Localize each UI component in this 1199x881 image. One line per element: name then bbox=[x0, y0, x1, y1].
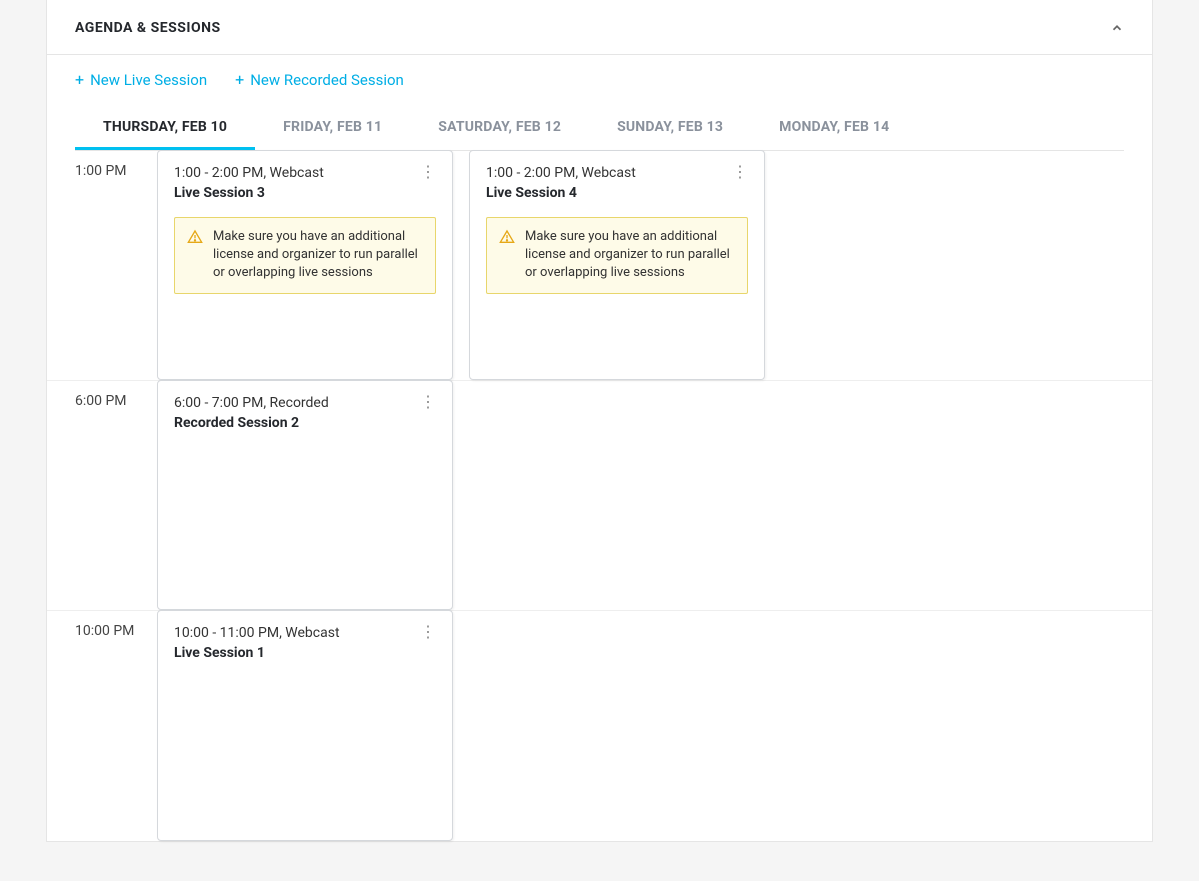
more-vertical-icon: ⋮ bbox=[420, 169, 436, 175]
session-time-label: 6:00 - 7:00 PM, Recorded bbox=[174, 395, 436, 411]
plus-icon: + bbox=[235, 72, 244, 88]
card-menu-button[interactable]: ⋮ bbox=[416, 395, 440, 409]
session-card[interactable]: ⋮1:00 - 2:00 PM, Webcast Live Session 3 Ma… bbox=[157, 150, 453, 380]
more-vertical-icon: ⋮ bbox=[420, 629, 436, 635]
new-live-session-button[interactable]: + New Live Session bbox=[75, 71, 207, 89]
session-title: Live Session 3 bbox=[174, 185, 436, 201]
card-menu-button[interactable]: ⋮ bbox=[416, 165, 440, 179]
time-row: 10:00 PM ⋮10:00 - 11:00 PM, Webcast Live S… bbox=[47, 611, 1152, 841]
time-label: 10:00 PM bbox=[47, 611, 157, 841]
tab-date[interactable]: FRIDAY, FEB 11 bbox=[255, 105, 410, 150]
new-recorded-session-button[interactable]: + New Recorded Session bbox=[235, 71, 404, 89]
warning-box: Make sure you have an additional license… bbox=[486, 217, 748, 294]
card-menu-button[interactable]: ⋮ bbox=[416, 625, 440, 639]
warning-icon bbox=[499, 229, 515, 245]
time-sessions: ⋮10:00 - 11:00 PM, Webcast Live Session 1 bbox=[157, 611, 1152, 841]
panel-title: AGENDA & SESSIONS bbox=[75, 20, 221, 36]
session-title: Live Session 4 bbox=[486, 185, 748, 201]
session-card[interactable]: ⋮10:00 - 11:00 PM, Webcast Live Session 1 bbox=[157, 610, 453, 841]
session-time-label: 1:00 - 2:00 PM, Webcast bbox=[174, 165, 436, 181]
new-live-session-label: New Live Session bbox=[90, 71, 207, 89]
warning-text: Make sure you have an additional license… bbox=[525, 228, 735, 283]
warning-box: Make sure you have an additional license… bbox=[174, 217, 436, 294]
warning-text: Make sure you have an additional license… bbox=[213, 228, 423, 283]
session-time-label: 10:00 - 11:00 PM, Webcast bbox=[174, 625, 436, 641]
new-recorded-session-label: New Recorded Session bbox=[250, 71, 404, 89]
schedule: 1:00 PM⋮1:00 - 2:00 PM, WebcastLive Sess… bbox=[47, 151, 1152, 841]
session-title: Recorded Session 2 bbox=[174, 415, 436, 431]
time-sessions: ⋮6:00 - 7:00 PM, Recorded Recorded Sessio… bbox=[157, 381, 1152, 610]
toolbar: + New Live Session + New Recorded Sessio… bbox=[47, 55, 1152, 105]
time-sessions: ⋮1:00 - 2:00 PM, WebcastLive Session 3Ma… bbox=[157, 151, 1152, 380]
plus-icon: + bbox=[75, 72, 84, 88]
time-label: 6:00 PM bbox=[47, 381, 157, 610]
date-tabs: THURSDAY, FEB 10FRIDAY, FEB 11SATURDAY, … bbox=[75, 105, 1124, 151]
tab-date[interactable]: THURSDAY, FEB 10 bbox=[75, 105, 255, 150]
card-menu-button[interactable]: ⋮ bbox=[728, 165, 752, 179]
more-vertical-icon: ⋮ bbox=[420, 399, 436, 405]
time-row: 6:00 PM ⋮6:00 - 7:00 PM, Recorded Recorded… bbox=[47, 381, 1152, 611]
tab-date[interactable]: MONDAY, FEB 14 bbox=[751, 105, 917, 150]
session-card[interactable]: ⋮6:00 - 7:00 PM, Recorded Recorded Sessio… bbox=[157, 380, 453, 610]
tab-date[interactable]: SATURDAY, FEB 12 bbox=[410, 105, 589, 150]
collapse-toggle[interactable] bbox=[1110, 21, 1124, 35]
session-title: Live Session 1 bbox=[174, 645, 436, 661]
panel-header: AGENDA & SESSIONS bbox=[47, 0, 1152, 55]
session-card[interactable]: ⋮1:00 - 2:00 PM, Webcast Live Session 4 Ma… bbox=[469, 150, 765, 380]
time-label: 1:00 PM bbox=[47, 151, 157, 380]
session-time-label: 1:00 - 2:00 PM, Webcast bbox=[486, 165, 748, 181]
tab-date[interactable]: SUNDAY, FEB 13 bbox=[589, 105, 751, 150]
agenda-panel: AGENDA & SESSIONS + New Live Session + N… bbox=[46, 0, 1153, 842]
time-row: 1:00 PM⋮1:00 - 2:00 PM, WebcastLive Sess… bbox=[47, 151, 1152, 381]
more-vertical-icon: ⋮ bbox=[732, 169, 748, 175]
chevron-up-icon bbox=[1110, 21, 1124, 35]
warning-icon bbox=[187, 229, 203, 245]
